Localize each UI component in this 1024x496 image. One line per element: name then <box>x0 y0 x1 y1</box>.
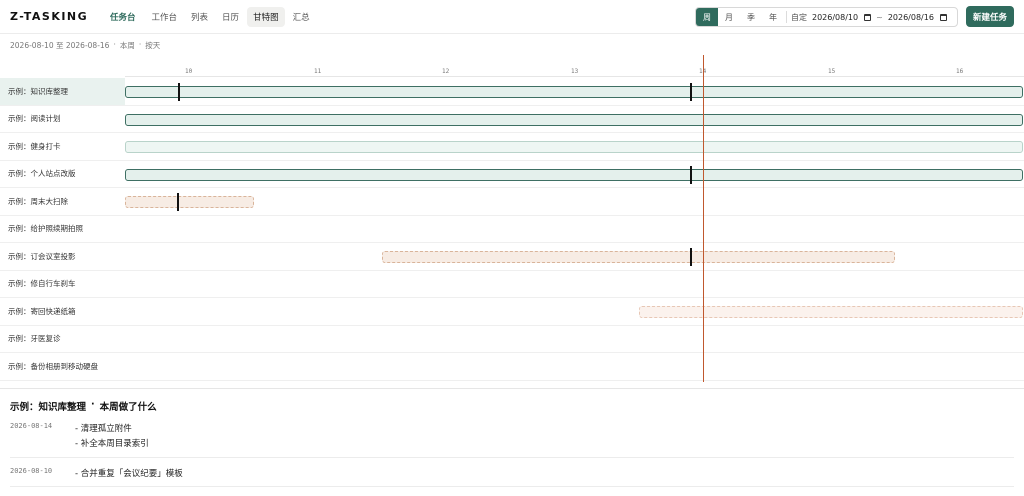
nav-tab-list[interactable]: 列表 <box>185 7 214 27</box>
range-divider <box>786 11 787 23</box>
weekly-summary: 示例：知识库整理 · 本周做了什么 2026-08-14 - 清理孤立附件 - … <box>0 388 1024 496</box>
gantt-row[interactable]: 示例：周末大扫除 <box>0 188 1024 216</box>
entry-date: 2026-08-14 <box>10 422 53 430</box>
progress-marker <box>690 83 692 101</box>
new-task-button[interactable]: 新建任务 <box>966 6 1014 27</box>
task-name[interactable]: 示例：周末大扫除 <box>0 188 125 215</box>
top-bar: Z-TASKING 任务台 工作台 列表 日历 甘特图 汇总 周 月 季 年 自… <box>0 0 1024 34</box>
range-year-button[interactable]: 年 <box>762 8 784 26</box>
task-bar[interactable] <box>125 141 1023 153</box>
entry-divider <box>10 457 1014 458</box>
summary-task-name: 示例：知识库整理 <box>10 402 87 413</box>
nav-tab-calendar[interactable]: 日历 <box>216 7 245 27</box>
task-bar[interactable] <box>125 86 1023 98</box>
task-name[interactable]: 示例：修自行车刹车 <box>0 271 125 298</box>
gantt-row[interactable]: 示例：订会议室投影 <box>0 243 1024 271</box>
axis-tick: 12 <box>442 68 450 75</box>
gantt-chart: 10 11 12 13 14 15 16 示例：知识库整理 示例：阅读计划 示例… <box>0 55 1024 382</box>
scope-text: 本周 <box>119 41 135 50</box>
gantt-row[interactable]: 示例：阅读计划 <box>0 106 1024 133</box>
axis-tick: 16 <box>956 68 964 75</box>
task-bar[interactable] <box>125 196 254 208</box>
range-text: 2026-08-10 至 2026-08-16 <box>10 41 110 50</box>
range-quarter-button[interactable]: 季 <box>740 8 762 26</box>
progress-marker <box>177 193 179 211</box>
today-line <box>703 55 704 382</box>
calendar-icon[interactable] <box>939 13 947 21</box>
task-bar[interactable] <box>382 251 895 263</box>
separator-dot: · <box>91 399 95 410</box>
nav-tab-gantt[interactable]: 甘特图 <box>247 7 285 27</box>
date-separator: ~ <box>876 12 883 22</box>
end-date-value: 2026/08/16 <box>887 12 934 22</box>
task-name[interactable]: 示例：个人站点改版 <box>0 161 125 188</box>
task-name[interactable]: 示例：阅读计划 <box>0 106 125 133</box>
task-name[interactable]: 示例：备份相册到移动硬盘 <box>0 353 125 380</box>
gantt-row[interactable]: 示例：健身打卡 <box>0 133 1024 161</box>
task-bar[interactable] <box>639 306 1023 318</box>
range-week-button[interactable]: 周 <box>696 8 718 26</box>
end-date-input[interactable]: 2026/08/16 <box>888 13 947 22</box>
task-bar[interactable] <box>125 113 1023 126</box>
summary-heading: 本周做了什么 <box>99 402 157 413</box>
date-axis: 10 11 12 13 14 15 16 <box>125 55 1024 77</box>
progress-marker <box>178 83 180 101</box>
nav-tab-summary[interactable]: 汇总 <box>287 7 316 27</box>
entry-item: - 合并重复「会议纪要」模板 <box>75 469 183 479</box>
start-date-value: 2026/08/10 <box>812 12 859 22</box>
entry-item: - 清理孤立附件 <box>75 424 132 434</box>
granularity-text: 按天 <box>145 41 161 50</box>
separator-dot: · <box>113 40 116 49</box>
calendar-icon[interactable] <box>864 13 872 21</box>
task-name[interactable]: 示例：健身打卡 <box>0 133 125 160</box>
entry-date: 2026-08-10 <box>10 467 53 475</box>
gantt-row[interactable]: 示例：个人站点改版 <box>0 161 1024 188</box>
custom-range-label[interactable]: 自定 <box>791 12 807 23</box>
task-name[interactable]: 示例：寄回快递纸箱 <box>0 298 125 325</box>
gantt-row[interactable]: 示例：寄回快递纸箱 <box>0 298 1024 326</box>
gantt-row[interactable]: 示例：备份相册到移动硬盘 <box>0 353 1024 381</box>
main-nav: 任务台 工作台 列表 日历 甘特图 汇总 <box>106 6 316 28</box>
nav-tab-taskboard[interactable]: 任务台 <box>106 7 144 27</box>
date-range-picker: 周 月 季 年 自定 2026/08/10 ~ 2026/08/16 <box>695 7 958 27</box>
axis-tick: 10 <box>185 68 193 75</box>
app-logo[interactable]: Z-TASKING <box>10 10 88 23</box>
summary-title: 示例：知识库整理 · 本周做了什么 <box>10 399 157 413</box>
gantt-row[interactable]: 示例：知识库整理 <box>0 78 1024 106</box>
progress-marker <box>690 248 692 266</box>
range-summary: 2026-08-10 至 2026-08-16 · 本周 · 按天 <box>10 40 160 51</box>
task-name[interactable]: 示例：订会议室投影 <box>0 243 125 270</box>
task-name[interactable]: 示例：牙医复诊 <box>0 326 125 353</box>
gantt-row[interactable]: 示例：给护照续期拍照 <box>0 216 1024 243</box>
task-name[interactable]: 示例：给护照续期拍照 <box>0 216 125 243</box>
entry-item: - 补全本周目录索引 <box>75 439 149 449</box>
task-bar[interactable] <box>125 168 1023 181</box>
axis-tick: 13 <box>571 68 579 75</box>
range-month-button[interactable]: 月 <box>718 8 740 26</box>
gantt-row[interactable]: 示例：修自行车刹车 <box>0 271 1024 298</box>
nav-tab-workbench[interactable]: 工作台 <box>146 7 184 27</box>
axis-tick: 15 <box>828 68 836 75</box>
axis-tick: 11 <box>314 68 322 75</box>
task-name[interactable]: 示例：知识库整理 <box>0 78 125 105</box>
start-date-input[interactable]: 2026/08/10 <box>812 12 872 22</box>
gantt-row[interactable]: 示例：牙医复诊 <box>0 326 1024 353</box>
entry-divider <box>10 486 1014 487</box>
separator-dot: · <box>138 40 142 49</box>
progress-marker <box>690 165 692 184</box>
